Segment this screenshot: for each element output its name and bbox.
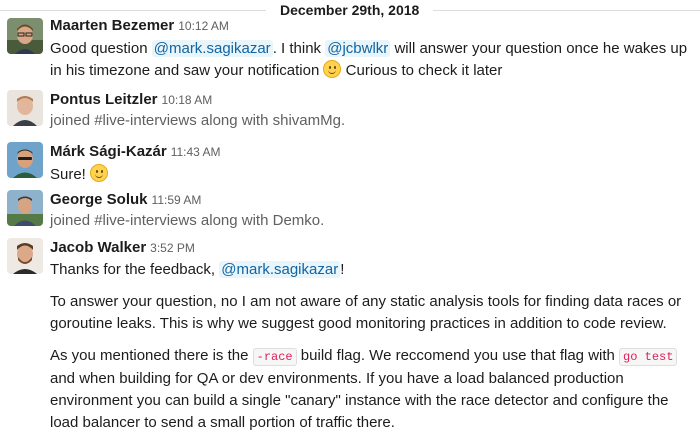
author-name[interactable]: Maarten Bezemer <box>50 17 174 34</box>
avatar[interactable] <box>7 142 43 178</box>
avatar[interactable] <box>7 190 43 226</box>
author-name[interactable]: Pontus Leitzler <box>50 91 158 108</box>
avatar[interactable] <box>7 90 43 126</box>
text-segment: Sure! <box>50 166 86 183</box>
mention-mark-sagikazar[interactable]: @mark.sagikazar <box>219 261 341 278</box>
timestamp[interactable]: 3:52 PM <box>150 241 195 255</box>
inline-code: go test <box>619 348 678 366</box>
text-segment: build flag. We reccomend you use that fl… <box>296 347 620 364</box>
message-header: Pontus Leitzler 10:18 AM <box>50 90 696 110</box>
message-header: Márk Sági-Kazár 11:43 AM <box>50 142 696 162</box>
avatar[interactable] <box>7 18 43 54</box>
message-header: George Soluk 11:59 AM <box>50 190 696 210</box>
text-segment: . I think <box>272 40 326 57</box>
mention-jcbwlkr[interactable]: @jcbwlkr <box>325 40 391 57</box>
text-segment: Good question <box>50 40 152 57</box>
timestamp[interactable]: 10:18 AM <box>162 93 213 107</box>
author-name[interactable]: Márk Sági-Kazár <box>50 143 167 160</box>
message-text: Good question @mark.sagikazar. I think @… <box>50 38 696 82</box>
message-text: Sure! <box>50 164 696 186</box>
slightly-smiling-face-icon[interactable] <box>323 60 342 78</box>
author-name[interactable]: George Soluk <box>50 191 148 208</box>
slightly-smiling-face-icon[interactable] <box>90 164 109 182</box>
message-paragraph: As you mentioned there is the -race buil… <box>50 345 696 434</box>
message-text: joined #live-interviews along with Demko… <box>50 212 325 229</box>
avatar[interactable] <box>7 238 43 274</box>
timestamp[interactable]: 11:43 AM <box>171 145 221 159</box>
message-text: Thanks for the feedback, @mark.sagikazar… <box>50 259 696 281</box>
text-segment: and when building for QA or dev environm… <box>50 370 669 431</box>
text-segment: As you mentioned there is the <box>50 347 253 364</box>
text-segment: Curious to check it later <box>341 62 503 79</box>
author-name[interactable]: Jacob Walker <box>50 239 146 256</box>
message-header: Maarten Bezemer 10:12 AM <box>50 16 696 36</box>
mention-mark-sagikazar[interactable]: @mark.sagikazar <box>151 40 273 57</box>
message-text: joined #live-interviews along with shiva… <box>50 112 346 129</box>
message-header: Jacob Walker 3:52 PM <box>50 238 696 258</box>
text-segment: Thanks for the feedback, <box>50 261 220 278</box>
message-paragraph: To answer your question, no I am not awa… <box>50 293 682 332</box>
inline-code: -race <box>252 348 297 366</box>
timestamp[interactable]: 10:12 AM <box>178 19 229 33</box>
text-segment: ! <box>340 261 345 278</box>
timestamp[interactable]: 11:59 AM <box>152 193 202 207</box>
